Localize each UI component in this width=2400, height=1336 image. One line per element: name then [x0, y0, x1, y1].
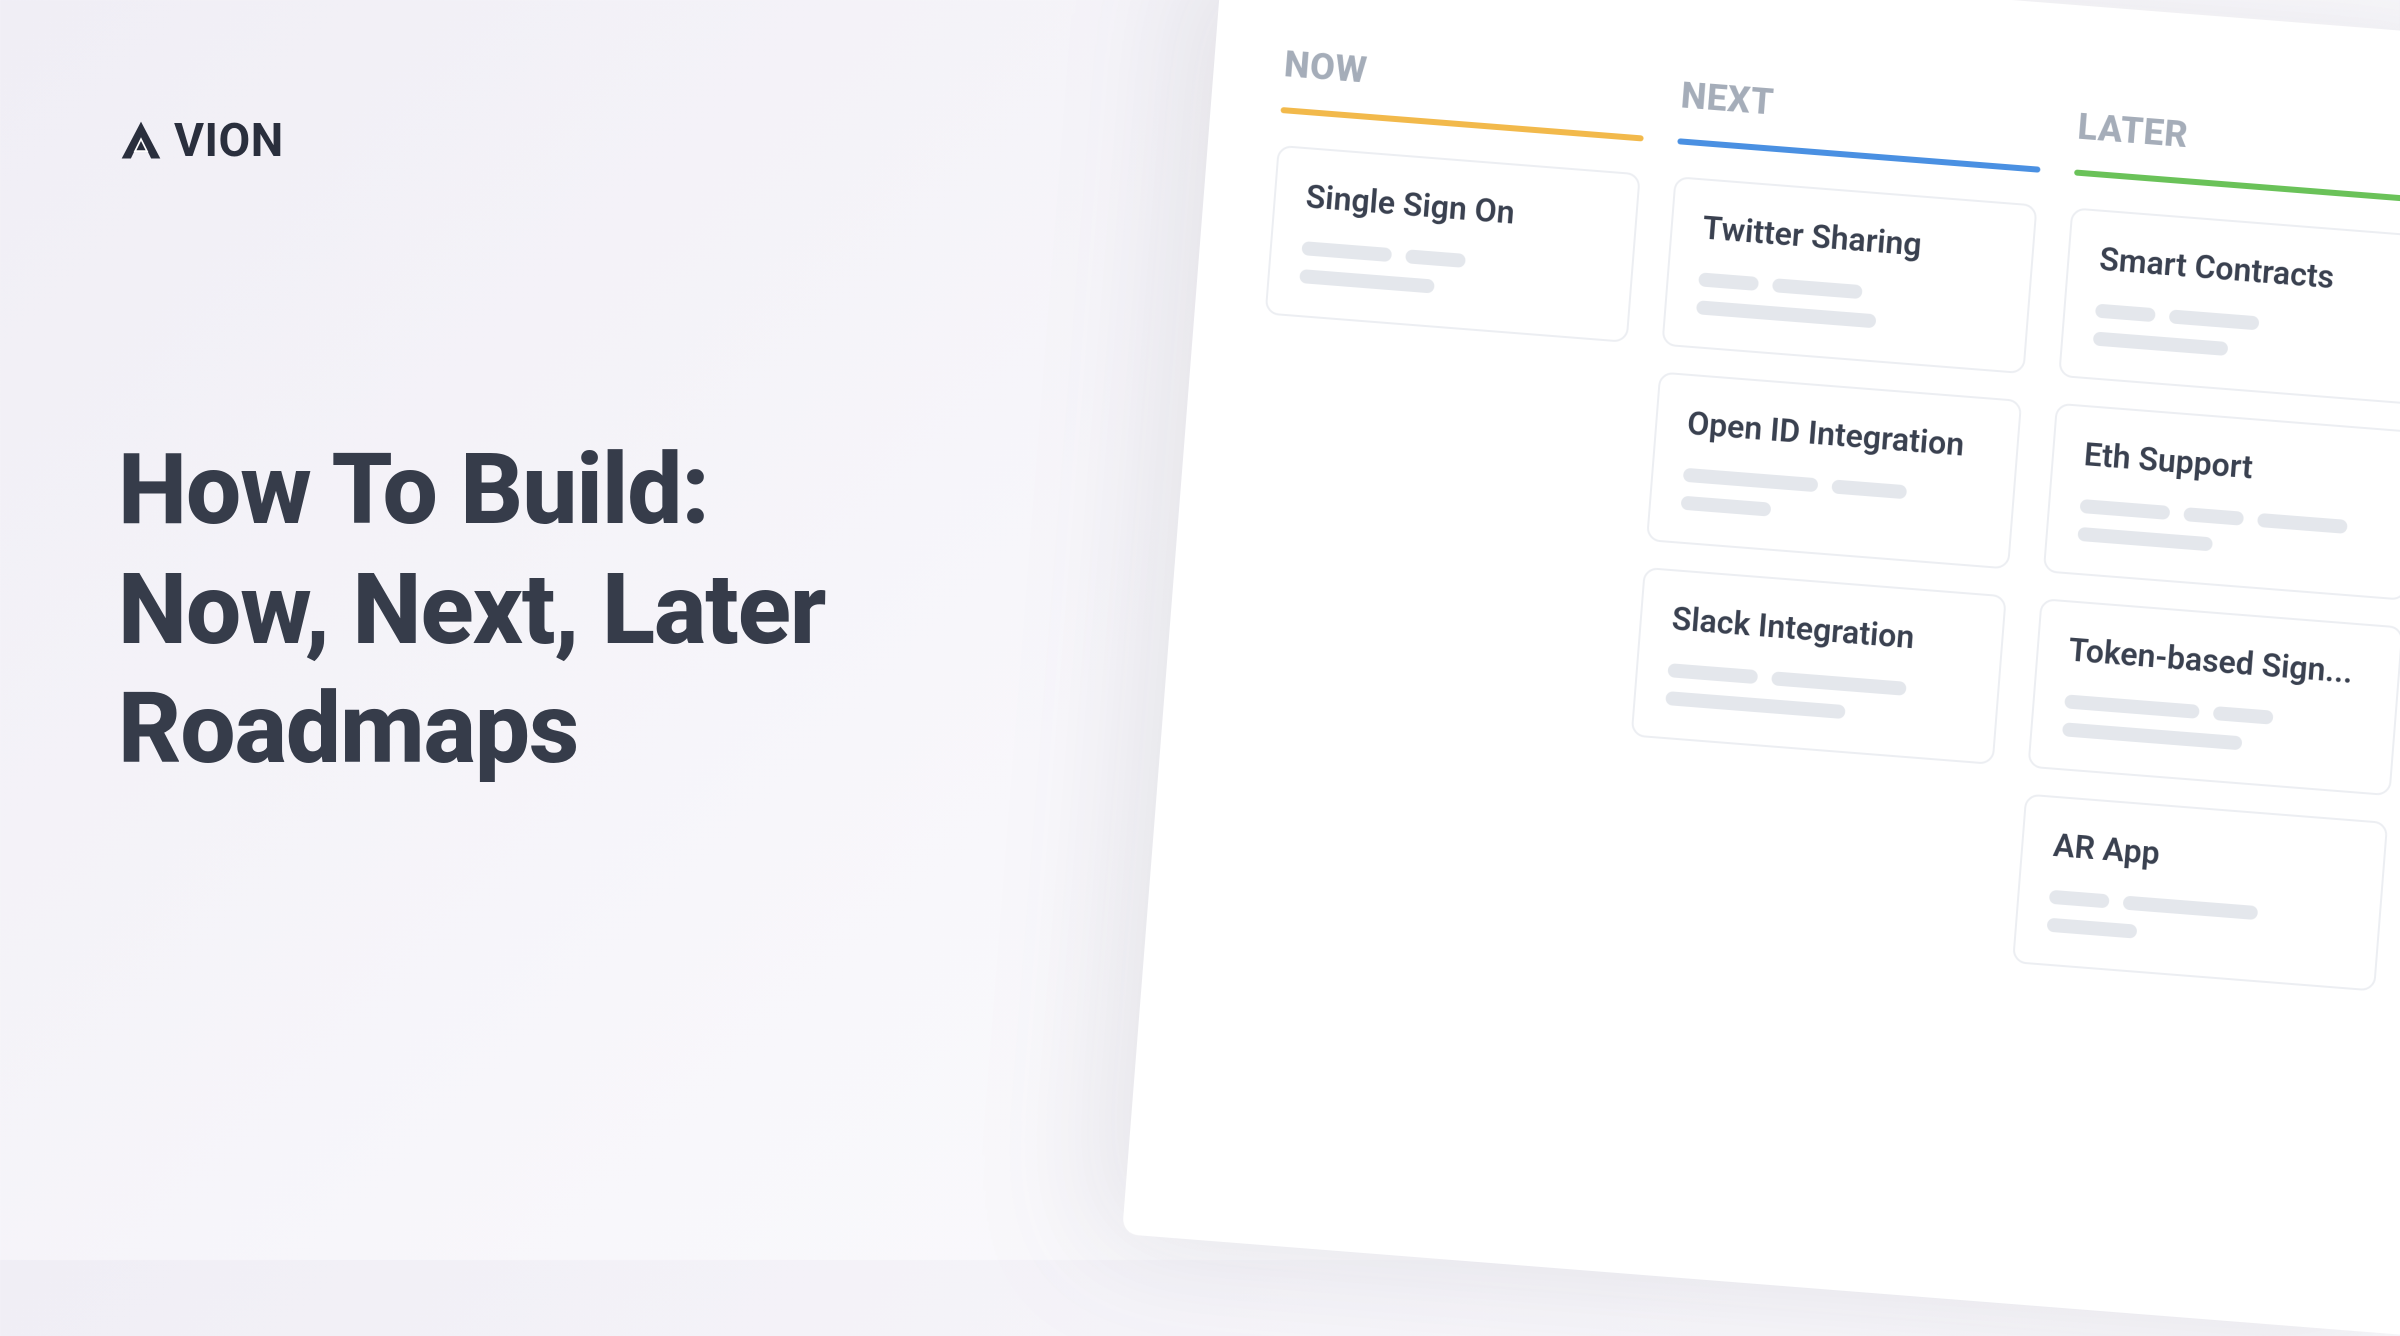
card-title: Open ID Integration	[1686, 404, 1988, 465]
column-later: LATER Smart Contracts Eth Support Token-…	[2010, 106, 2400, 1018]
card-open-id-integration[interactable]: Open ID Integration	[1646, 371, 2022, 569]
roadmap-board: NOW Single Sign On NEXT Twitter Sharing	[1122, 0, 2400, 1336]
card-title: Twitter Sharing	[1701, 209, 2003, 270]
card-smart-contracts[interactable]: Smart Contracts	[2058, 207, 2400, 405]
card-single-sign-on[interactable]: Single Sign On	[1265, 145, 1641, 343]
column-now: NOW Single Sign On	[1216, 43, 1648, 955]
column-next: NEXT Twitter Sharing Open ID Integration…	[1613, 74, 2045, 986]
card-title: Single Sign On	[1305, 177, 1607, 238]
card-title: Eth Support	[2083, 435, 2385, 496]
card-title: Slack Integration	[1671, 599, 1973, 660]
card-token-based-sign[interactable]: Token-based Sign...	[2027, 598, 2400, 796]
title-line-1: How To Build:	[118, 432, 709, 547]
card-eth-support[interactable]: Eth Support	[2043, 403, 2400, 601]
card-slack-integration[interactable]: Slack Integration	[1631, 567, 2007, 765]
brand-name: VION	[174, 114, 284, 168]
page-title: How To Build: Now, Next, Later Roadmaps	[118, 430, 825, 789]
brand-logo: VION	[118, 114, 284, 168]
card-title: AR App	[2052, 826, 2354, 887]
card-title: Smart Contracts	[2098, 240, 2400, 301]
card-title: Token-based Sign...	[2067, 631, 2369, 692]
card-ar-app[interactable]: AR App	[2012, 794, 2388, 992]
title-line-2: Now, Next, Later	[118, 552, 825, 667]
logo-icon	[118, 118, 164, 164]
title-line-3: Roadmaps	[118, 671, 578, 786]
card-twitter-sharing[interactable]: Twitter Sharing	[1661, 176, 2037, 374]
